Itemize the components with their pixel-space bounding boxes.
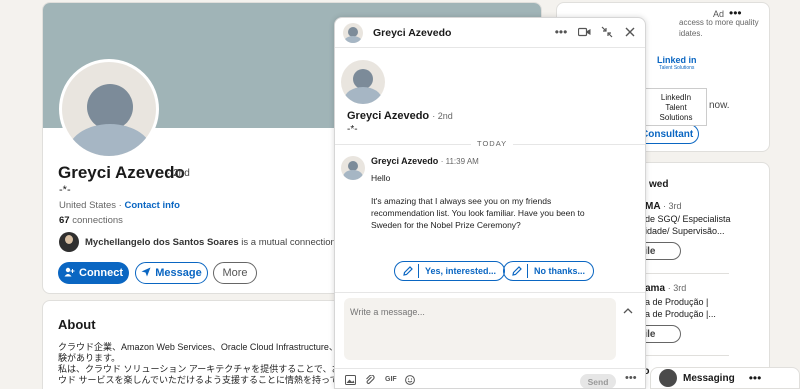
chat-profile-name[interactable]: Greyci Azevedo · 2nd (347, 110, 453, 122)
connections-count: 67 (59, 215, 70, 226)
connections-label: connections (69, 215, 123, 226)
close-icon[interactable] (623, 24, 637, 40)
profile-connections[interactable]: 67 connections (59, 215, 123, 226)
profile-avatar[interactable] (59, 59, 159, 159)
message-sender: Greyci Azevedo · 11:39 AM (371, 156, 479, 166)
send-plane-icon (141, 267, 151, 280)
about-title: About (58, 317, 96, 332)
tooltip-line: Talent (665, 103, 687, 112)
linkedin-logo: Linked in Talent Solutions (657, 55, 697, 71)
mutual-suffix: is a mutual connection (238, 236, 336, 248)
message-text: Sweden for the Nobel Prize Ceremony? (371, 220, 521, 230)
messaging-label: Messaging (683, 372, 735, 384)
mutual-avatar (59, 232, 79, 252)
connect-label: Connect (79, 267, 123, 279)
viewed-person-headline: a de Produção |... (645, 309, 716, 319)
emoji-icon[interactable] (405, 375, 415, 387)
people-viewed-title: wed (649, 179, 669, 190)
more-button[interactable]: More (213, 262, 257, 284)
chat-profile-headline: -*- (347, 124, 358, 135)
viewed-person-headline: de SGQ/ Especialista (645, 214, 731, 224)
viewed-person-headline: idade/ Supervisão... (645, 226, 725, 236)
quick-reply-label: No thanks... (534, 266, 586, 276)
compose-divider (335, 292, 645, 293)
mutual-name: Mychellangelo dos Santos Soares (85, 236, 239, 248)
connect-button[interactable]: Connect (58, 262, 129, 284)
message-label: Message (155, 267, 202, 279)
more-options-icon[interactable]: ••• (554, 24, 568, 40)
message-input[interactable] (344, 298, 616, 360)
pencil-icon (510, 264, 528, 278)
tooltip-line: LinkedIn (660, 93, 692, 102)
send-button[interactable]: Send (580, 374, 616, 388)
ad-tooltip: LinkedIn Talent Solutions (645, 88, 707, 126)
attachment-icon[interactable] (365, 374, 375, 387)
quick-reply-label: Yes, interested... (425, 266, 497, 276)
add-person-icon (64, 267, 75, 280)
message-sender-avatar[interactable] (341, 156, 365, 180)
logo-main: Linked in (657, 55, 697, 65)
quick-reply-no[interactable]: No thanks... (503, 261, 595, 281)
gif-icon[interactable]: GIF (385, 376, 397, 383)
date-divider-label: TODAY (471, 139, 514, 148)
image-icon[interactable] (345, 375, 356, 387)
message-text: It's amazing that I always see you on my… (371, 196, 552, 206)
expand-icon[interactable] (623, 303, 633, 317)
quick-reply-yes[interactable]: Yes, interested... (394, 261, 506, 281)
tooltip-line: Solutions (659, 113, 693, 122)
viewed-person-name[interactable]: MA · 3rd (645, 201, 681, 212)
compose-more-icon[interactable]: ••• (625, 372, 637, 384)
user-avatar (659, 369, 677, 387)
chat-header-name[interactable]: Greyci Azevedo (373, 27, 451, 39)
compose-toolbar: GIF Send ••• (335, 368, 645, 388)
chat-header-avatar (343, 23, 363, 43)
message-button[interactable]: Message (135, 262, 208, 284)
chat-profile-avatar[interactable] (341, 60, 385, 104)
video-call-icon[interactable] (577, 24, 591, 40)
profile-degree: · 2nd (167, 168, 190, 179)
viewed-person-headline: a de Produção | (645, 297, 709, 307)
mutual-connection[interactable]: Mychellangelo dos Santos Soares is a mut… (59, 232, 336, 252)
pencil-icon (401, 264, 419, 278)
logo-sub: Talent Solutions (659, 65, 695, 71)
ad-text-line: idates. (679, 29, 703, 38)
minimize-icon[interactable] (600, 24, 614, 40)
profile-name: Greyci Azevedo (58, 163, 185, 182)
more-icon[interactable]: ••• (749, 371, 762, 385)
messaging-bar[interactable]: Messaging ••• (650, 367, 800, 389)
message-text: recommendation list. You look familiar. … (371, 208, 585, 218)
profile-location: United States · (59, 200, 125, 211)
chat-header-icons: ••• (554, 24, 637, 40)
about-line: ウド サービスを楽しんでいただけるよう支援することに情熱を持って (58, 375, 339, 385)
chat-header[interactable]: Greyci Azevedo ••• (335, 18, 645, 48)
ad-text: access to more quality idates. (641, 17, 761, 39)
ad-now-text: now. (709, 100, 730, 111)
ad-text-line: access to more quality (679, 18, 759, 27)
profile-headline: -*- (59, 184, 71, 196)
message-text: Hello (371, 173, 391, 183)
viewed-person-name[interactable]: ama · 3rd (645, 283, 686, 294)
chat-window: Greyci Azevedo ••• Greyci Azevedo · 2nd … (334, 17, 646, 389)
contact-info-link[interactable]: Contact info (124, 200, 179, 211)
profile-location-line: United States · Contact info (59, 200, 180, 211)
